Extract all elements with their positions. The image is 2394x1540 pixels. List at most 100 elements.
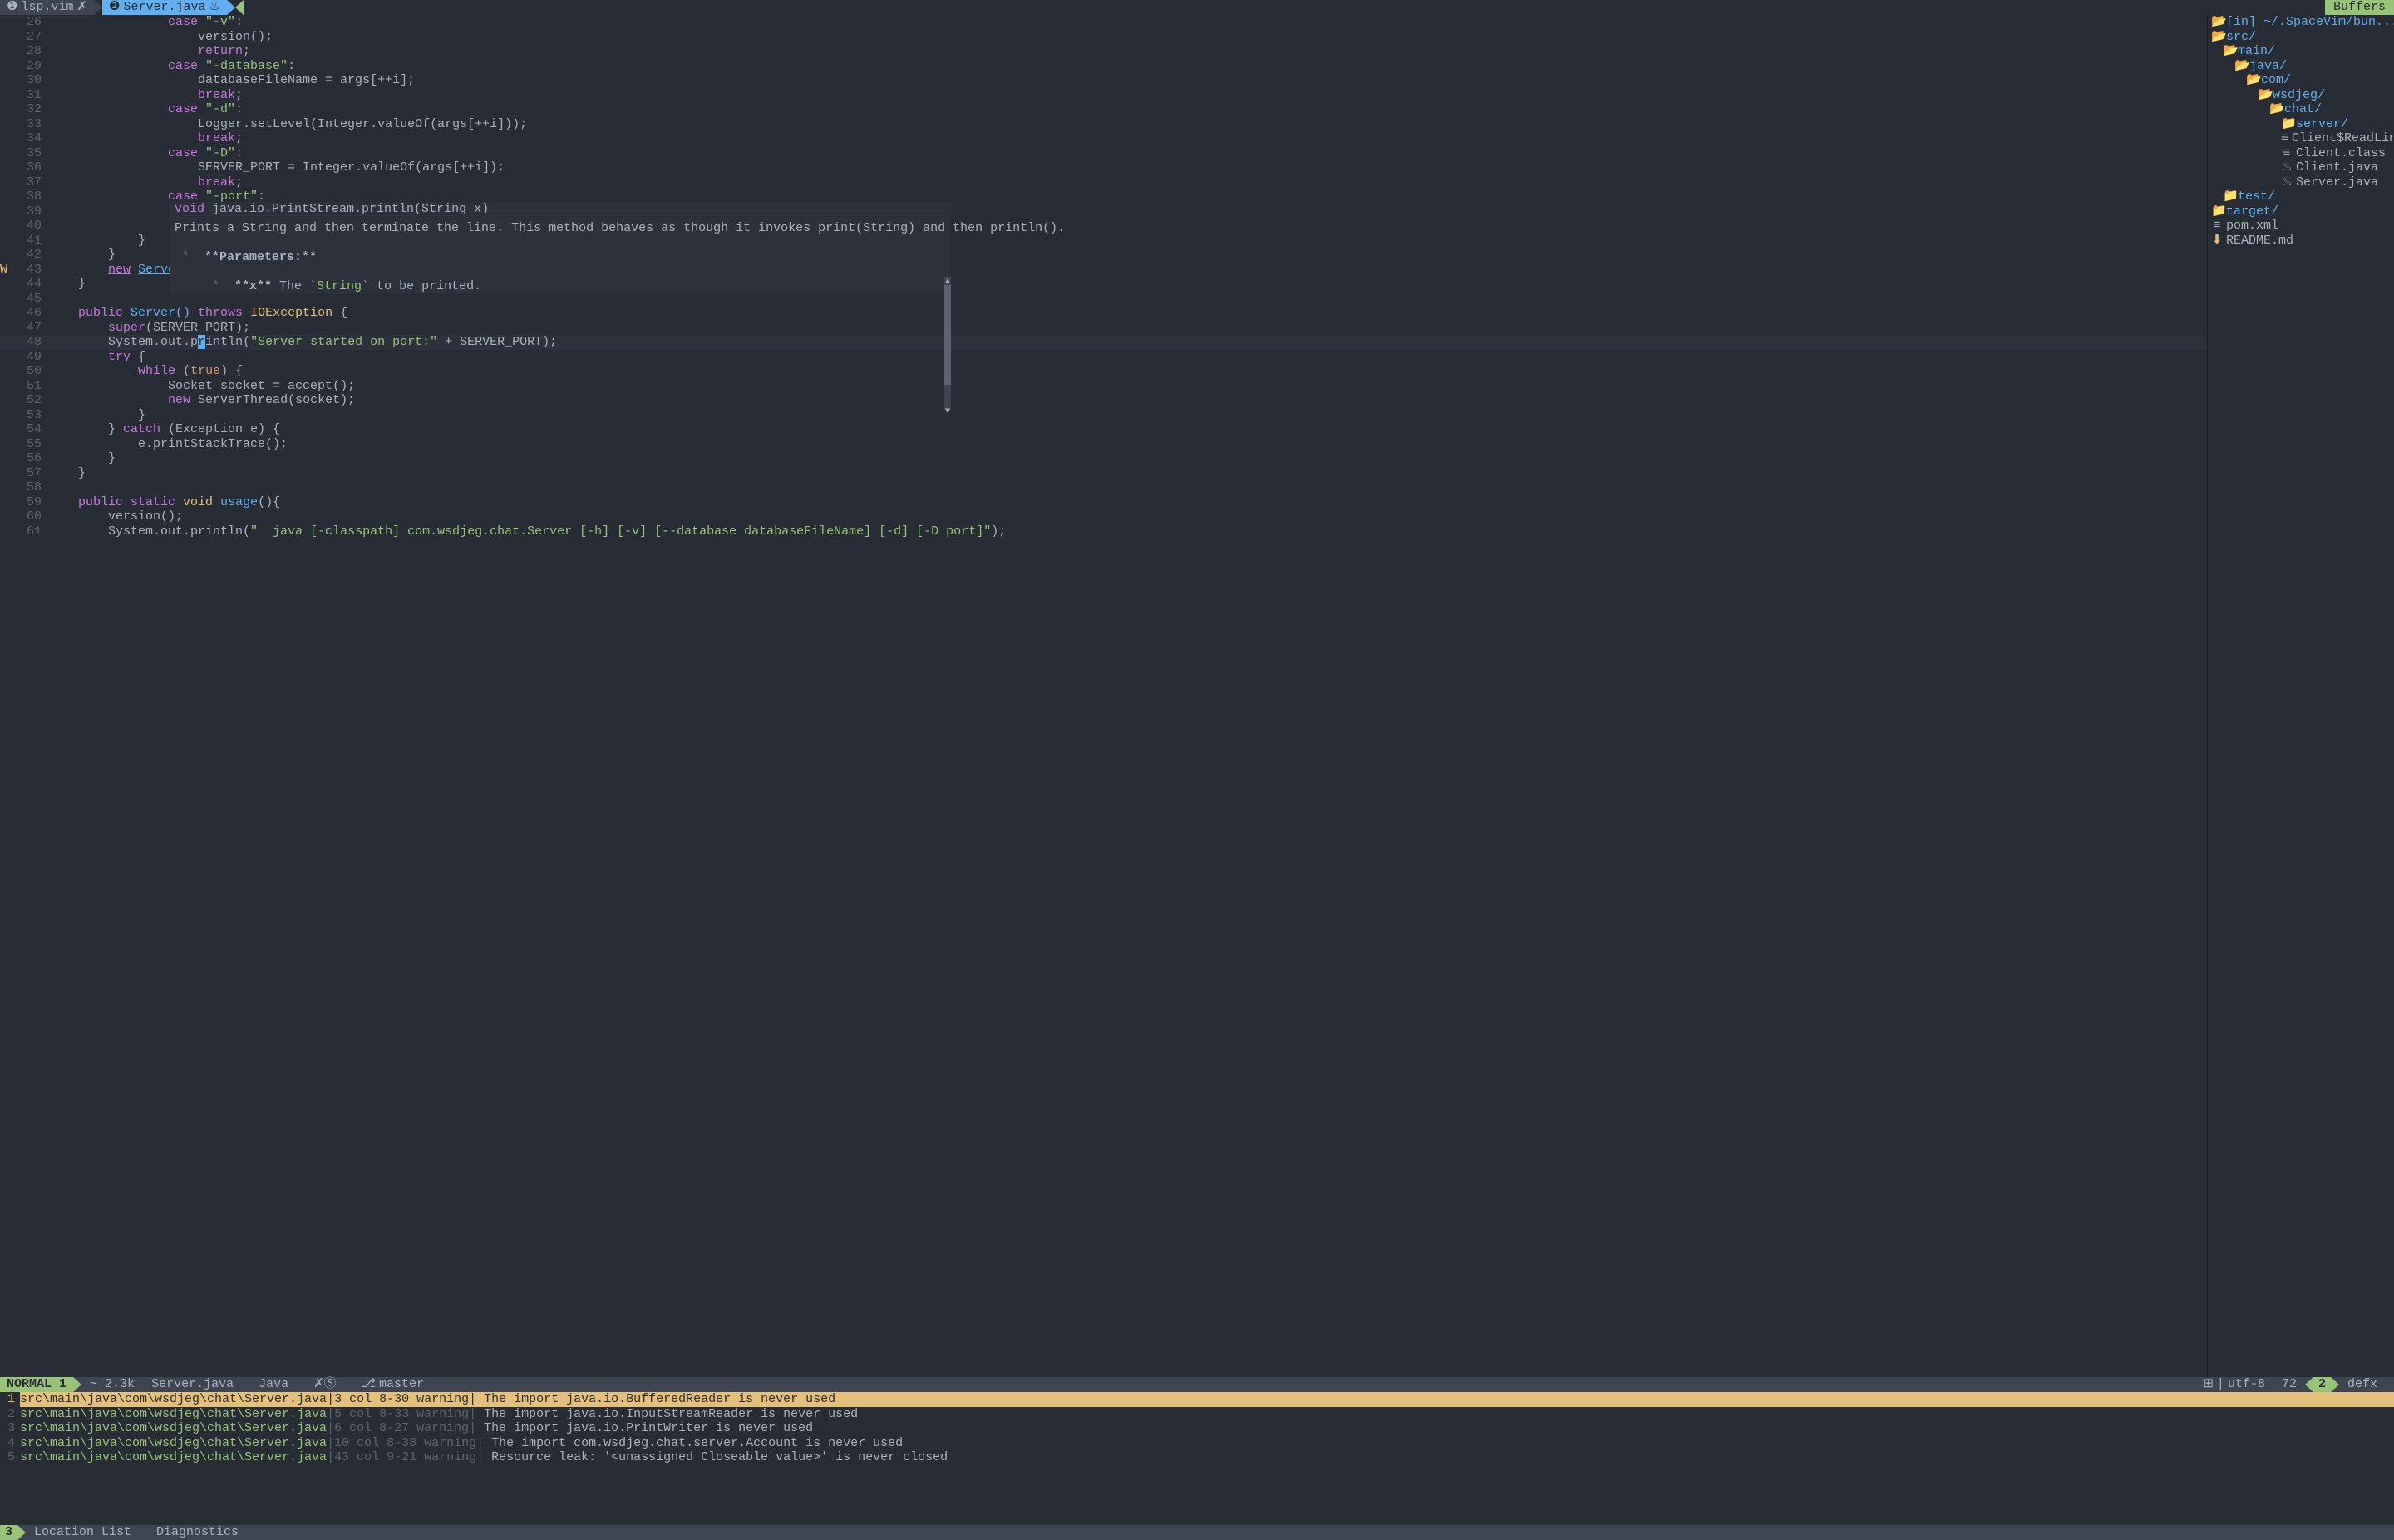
tree-item[interactable]: 📁server/ <box>2208 117 2394 132</box>
tree-item[interactable]: 📂chat/ <box>2208 102 2394 117</box>
code-content: } <box>48 466 2207 481</box>
tree-item[interactable]: ⬇README.md <box>2208 234 2394 248</box>
window-number-3: 3 <box>0 1525 17 1540</box>
code-line[interactable]: 49 try { <box>0 350 2207 365</box>
code-line[interactable]: 48 System.out.println("Server started on… <box>0 335 2207 350</box>
code-line[interactable]: 53 } <box>0 408 2207 423</box>
code-line[interactable]: 57 } <box>0 466 2207 481</box>
tab-lsp-vim[interactable]: ❶ lsp.vim ✗ <box>0 0 94 15</box>
code-line[interactable]: 36 SERVER_PORT = Integer.valueOf(args[++… <box>0 160 2207 175</box>
folder-open-icon: 📂 <box>2211 30 2223 45</box>
statusline-separator <box>2305 1377 2313 1392</box>
loclist-item[interactable]: 1 src\main\java\com\wsdjeg\chat\Server.j… <box>0 1392 2394 1407</box>
line-number: 42 <box>13 248 48 263</box>
loclist-path: src\main\java\com\wsdjeg\chat\Server.jav… <box>20 1421 327 1436</box>
code-line[interactable]: 37 break; <box>0 175 2207 190</box>
tab-label: Server.java <box>124 0 206 15</box>
tree-item[interactable]: 📂[in] ~/.SpaceVim/bun...tti <box>2208 15 2394 30</box>
sign-column <box>0 451 13 466</box>
code-editor[interactable]: 26 case "-v":27 version();28 return;29 c… <box>0 15 2207 1377</box>
tree-item[interactable]: 📂java/ <box>2208 59 2394 74</box>
code-line[interactable]: 51 Socket socket = accept(); <box>0 379 2207 394</box>
location-list[interactable]: 1 src\main\java\com\wsdjeg\chat\Server.j… <box>0 1392 2394 1466</box>
tree-item[interactable]: 📂src/ <box>2208 30 2394 45</box>
tree-item[interactable]: 📂main/ <box>2208 44 2394 59</box>
code-content: break; <box>48 131 2207 146</box>
loclist-item[interactable]: 3 src\main\java\com\wsdjeg\chat\Server.j… <box>0 1421 2394 1436</box>
code-line[interactable]: 34 break; <box>0 131 2207 146</box>
scroll-thumb[interactable] <box>944 285 951 385</box>
scroll-down-icon[interactable]: ▼ <box>944 405 951 411</box>
tree-item[interactable]: 📂wsdjeg/ <box>2208 88 2394 103</box>
code-line[interactable]: 26 case "-v": <box>0 15 2207 30</box>
tree-item[interactable]: 📁test/ <box>2208 189 2394 204</box>
code-content: break; <box>48 175 2207 190</box>
file-tree[interactable]: 📂[in] ~/.SpaceVim/bun...tti📂src/📂main/📂j… <box>2207 15 2394 1377</box>
code-line[interactable]: 27 version(); <box>0 30 2207 45</box>
code-line[interactable]: 61 System.out.println(" java [-classpath… <box>0 524 2207 539</box>
tree-item[interactable]: ≡pom.xml <box>2208 219 2394 234</box>
code-line[interactable]: 46 public Server() throws IOException { <box>0 306 2207 321</box>
code-line[interactable]: 45 <box>0 292 2207 307</box>
tree-item[interactable]: ♨Client.java <box>2208 160 2394 175</box>
line-number: 27 <box>13 30 48 45</box>
scroll-up-icon[interactable]: ▲ <box>944 275 951 282</box>
code-line[interactable]: 47 super(SERVER_PORT); <box>0 321 2207 336</box>
code-content: Logger.setLevel(Integer.valueOf(args[++i… <box>48 117 2207 132</box>
code-line[interactable]: 31 break; <box>0 88 2207 103</box>
folder-open-icon: 📂 <box>2234 59 2246 74</box>
folder-open-icon: 📂 <box>2223 44 2234 59</box>
tab-number: ❷ <box>109 0 120 15</box>
line-number: 47 <box>13 321 48 336</box>
tree-item[interactable]: ≡Client$ReadLineThre <box>2208 131 2394 146</box>
code-line[interactable]: 58 <box>0 480 2207 495</box>
code-line[interactable]: 32 case "-d": <box>0 102 2207 117</box>
sign-column <box>0 15 13 30</box>
line-number: 40 <box>13 219 48 234</box>
code-line[interactable]: 50 while (true) { <box>0 364 2207 379</box>
hover-blank <box>170 235 951 250</box>
loclist-position: |10 col 8-38 warning| <box>327 1436 484 1451</box>
code-line[interactable]: 56 } <box>0 451 2207 466</box>
loclist-number: 2 <box>0 1407 20 1422</box>
folder-closed-icon: 📁 <box>2211 204 2223 219</box>
tab-separator <box>94 0 102 15</box>
code-line[interactable]: 35 case "-D": <box>0 146 2207 161</box>
tree-item-name: [in] ~/.SpaceVim/bun...tti <box>2226 15 2394 30</box>
code-line[interactable]: 30 databaseFileName = args[++i]; <box>0 73 2207 88</box>
hover-scrollbar[interactable]: ▲ ▼ <box>944 277 951 410</box>
tree-item[interactable]: ≡Client.class <box>2208 146 2394 161</box>
loclist-item[interactable]: 2 src\main\java\com\wsdjeg\chat\Server.j… <box>0 1407 2394 1422</box>
tree-item[interactable]: 📂com/ <box>2208 73 2394 88</box>
line-number: 55 <box>13 437 48 452</box>
code-line[interactable]: 33 Logger.setLevel(Integer.valueOf(args[… <box>0 117 2207 132</box>
line-number: 46 <box>13 306 48 321</box>
tree-item-name: src/ <box>2226 30 2256 45</box>
tree-item[interactable]: 📁target/ <box>2208 204 2394 219</box>
sign-column <box>0 364 13 379</box>
buffers-label[interactable]: Buffers <box>2325 0 2394 15</box>
code-line[interactable]: 28 return; <box>0 44 2207 59</box>
tab-server-java[interactable]: ❷ Server.java ♨ <box>102 0 227 15</box>
java-icon: ♨ <box>209 0 220 15</box>
sign-column <box>0 204 13 219</box>
code-content: Socket socket = accept(); <box>48 379 2207 394</box>
code-line[interactable]: 59 public static void usage(){ <box>0 495 2207 510</box>
loclist-item[interactable]: 4 src\main\java\com\wsdjeg\chat\Server.j… <box>0 1436 2394 1451</box>
tree-item-name: server/ <box>2296 117 2348 132</box>
code-content <box>48 292 2207 307</box>
loclist-item[interactable]: 5 src\main\java\com\wsdjeg\chat\Server.j… <box>0 1450 2394 1465</box>
code-line[interactable]: 29 case "-database": <box>0 59 2207 74</box>
tree-item[interactable]: ♨Server.java <box>2208 175 2394 190</box>
code-line[interactable]: 52 new ServerThread(socket); <box>0 393 2207 408</box>
line-number: 33 <box>13 117 48 132</box>
sign-column <box>0 234 13 248</box>
code-line[interactable]: 55 e.printStackTrace(); <box>0 437 2207 452</box>
defx-label: defx <box>2339 1377 2386 1392</box>
tabline: ❶ lsp.vim ✗ ❷ Server.java ♨ Buffers <box>0 0 2394 15</box>
tree-item-name: chat/ <box>2284 102 2322 117</box>
code-content: case "-D": <box>48 146 2207 161</box>
code-line[interactable]: 60 version(); <box>0 509 2207 524</box>
tree-item-name: test/ <box>2238 189 2275 204</box>
code-line[interactable]: 54 } catch (Exception e) { <box>0 422 2207 437</box>
